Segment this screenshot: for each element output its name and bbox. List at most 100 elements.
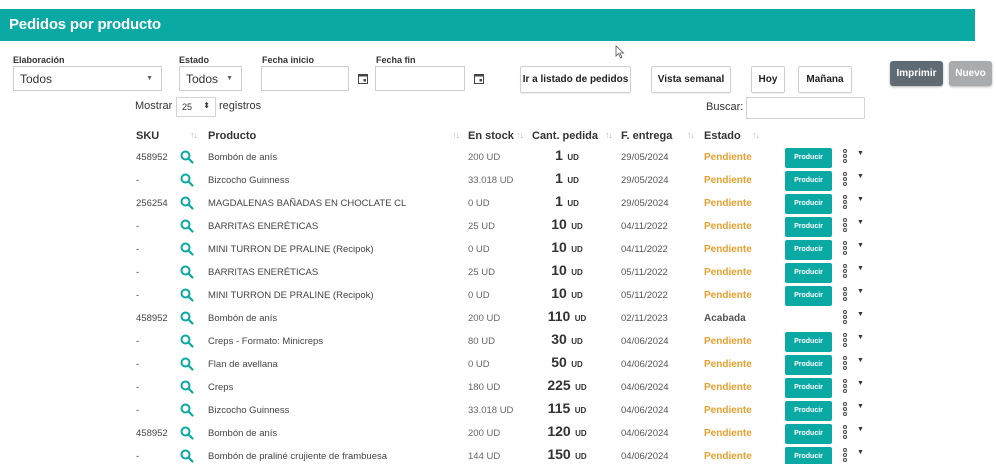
table-row: - Bizcocho Guinness 33.018 UD 115 UD 04/06/2… bbox=[0, 399, 996, 422]
more-options-icon[interactable] bbox=[843, 287, 849, 303]
chevron-down-icon[interactable]: ▼ bbox=[857, 449, 864, 456]
search-icon[interactable] bbox=[180, 219, 194, 233]
chevron-down-icon[interactable]: ▼ bbox=[857, 173, 864, 180]
producir-button[interactable]: Producir bbox=[785, 148, 832, 168]
search-icon[interactable] bbox=[180, 150, 194, 164]
sort-icon[interactable]: ↑↓ bbox=[752, 130, 760, 140]
column-header-sku[interactable]: SKU bbox=[136, 130, 159, 142]
ir-listado-pedidos-button[interactable]: Ir a listado de pedidos bbox=[520, 66, 631, 93]
quantity-value: 225 bbox=[547, 377, 571, 393]
search-icon[interactable] bbox=[180, 288, 194, 302]
chevron-down-icon[interactable]: ▼ bbox=[857, 403, 864, 410]
chevron-down-icon[interactable]: ▼ bbox=[857, 380, 864, 387]
more-options-icon[interactable] bbox=[843, 379, 849, 395]
stock-cell: 180 UD bbox=[468, 382, 501, 393]
sort-icon[interactable]: ↑↓ bbox=[687, 130, 695, 140]
quantity-value: 10 bbox=[551, 262, 567, 278]
producir-button[interactable]: Producir bbox=[785, 217, 832, 237]
nuevo-button[interactable]: Nuevo bbox=[949, 61, 992, 86]
more-options-icon[interactable] bbox=[843, 218, 849, 234]
producir-button[interactable]: Producir bbox=[785, 240, 832, 260]
more-options-icon[interactable] bbox=[843, 356, 849, 372]
search-icon[interactable] bbox=[180, 265, 194, 279]
producir-button[interactable]: Producir bbox=[785, 424, 832, 444]
sort-icon[interactable]: ↑↓ bbox=[516, 130, 524, 140]
producir-button[interactable]: Producir bbox=[785, 355, 832, 375]
search-icon[interactable] bbox=[180, 334, 194, 348]
search-icon[interactable] bbox=[180, 380, 194, 394]
more-options-icon[interactable] bbox=[843, 425, 849, 441]
chevron-down-icon[interactable]: ▼ bbox=[857, 265, 864, 272]
stock-cell: 25 UD bbox=[468, 267, 495, 278]
chevron-down-icon[interactable]: ▼ bbox=[857, 288, 864, 295]
producir-button[interactable]: Producir bbox=[785, 378, 832, 398]
producir-button[interactable]: Producir bbox=[785, 332, 832, 352]
quantity-cell: 10 UD bbox=[532, 285, 602, 303]
search-icon[interactable] bbox=[180, 403, 194, 417]
vista-semanal-button[interactable]: Vista semanal bbox=[651, 66, 731, 93]
fecha-fin-calendar-button[interactable] bbox=[469, 66, 489, 91]
search-icon[interactable] bbox=[180, 426, 194, 440]
chevron-down-icon[interactable]: ▼ bbox=[857, 219, 864, 226]
elaboracion-select[interactable]: Todos ▼ bbox=[13, 66, 162, 91]
search-input[interactable] bbox=[746, 97, 865, 119]
column-header-estado[interactable]: Estado bbox=[704, 130, 741, 142]
estado-label: Estado bbox=[179, 55, 210, 65]
producir-button[interactable]: Producir bbox=[785, 194, 832, 214]
quantity-value: 10 bbox=[551, 285, 567, 301]
quantity-cell: 1 UD bbox=[532, 147, 602, 165]
chevron-down-icon[interactable]: ▼ bbox=[857, 242, 864, 249]
chevron-down-icon[interactable]: ▼ bbox=[857, 426, 864, 433]
more-options-icon[interactable] bbox=[843, 241, 849, 257]
sort-icon[interactable]: ↑↓ bbox=[605, 130, 613, 140]
more-options-icon[interactable] bbox=[843, 172, 849, 188]
status-badge: Pendiente bbox=[704, 221, 752, 232]
delivery-date-cell: 29/05/2024 bbox=[621, 175, 669, 186]
sort-icon[interactable]: ↑↓ bbox=[190, 130, 198, 140]
producir-button[interactable]: Producir bbox=[785, 447, 832, 464]
search-icon[interactable] bbox=[180, 196, 194, 210]
producir-button[interactable]: Producir bbox=[785, 171, 832, 191]
more-options-icon[interactable] bbox=[843, 195, 849, 211]
producir-button[interactable]: Producir bbox=[785, 401, 832, 421]
more-options-icon[interactable] bbox=[843, 448, 849, 464]
chevron-down-icon[interactable]: ▼ bbox=[857, 150, 864, 157]
table-row: - BARRITAS ENERÉTICAS 25 UD 10 UD 04/11/2022… bbox=[0, 215, 996, 238]
hoy-button[interactable]: Hoy bbox=[751, 66, 785, 93]
imprimir-button[interactable]: Imprimir bbox=[890, 61, 943, 86]
fecha-inicio-input[interactable] bbox=[261, 66, 349, 91]
product-cell: Bombón de anís bbox=[208, 152, 278, 163]
column-header-en-stock[interactable]: En stock bbox=[468, 130, 514, 142]
more-options-icon[interactable] bbox=[843, 333, 849, 349]
fecha-fin-input[interactable] bbox=[375, 66, 465, 91]
quantity-unit: UD bbox=[574, 314, 587, 323]
column-header-producto[interactable]: Producto bbox=[208, 130, 256, 142]
more-options-icon[interactable] bbox=[843, 310, 849, 326]
column-header-f-entrega[interactable]: F. entrega bbox=[621, 130, 672, 142]
more-options-icon[interactable] bbox=[843, 149, 849, 165]
more-options-icon[interactable] bbox=[843, 402, 849, 418]
show-suffix-label: registros bbox=[219, 100, 262, 112]
chevron-down-icon[interactable]: ▼ bbox=[857, 311, 864, 318]
search-icon[interactable] bbox=[180, 173, 194, 187]
producir-button[interactable]: Producir bbox=[785, 263, 832, 283]
sku-cell: 256254 bbox=[136, 198, 168, 209]
fecha-inicio-calendar-button[interactable] bbox=[353, 66, 373, 91]
quantity-unit: UD bbox=[567, 199, 579, 208]
search-icon[interactable] bbox=[180, 449, 194, 463]
search-icon[interactable] bbox=[180, 311, 194, 325]
quantity-cell: 30 UD bbox=[532, 331, 602, 349]
search-icon[interactable] bbox=[180, 357, 194, 371]
producir-button[interactable]: Producir bbox=[785, 286, 832, 306]
column-header-cant-pedida[interactable]: Cant. pedida bbox=[532, 130, 598, 142]
chevron-down-icon[interactable]: ▼ bbox=[857, 357, 864, 364]
manana-button[interactable]: Mañana bbox=[798, 66, 852, 93]
more-options-icon[interactable] bbox=[843, 264, 849, 280]
sort-icon[interactable]: ↑↓ bbox=[452, 130, 460, 140]
chevron-down-icon[interactable]: ▼ bbox=[857, 334, 864, 341]
estado-select[interactable]: Todos ▼ bbox=[179, 66, 242, 91]
page-size-select[interactable]: 25 ⬍ bbox=[176, 97, 216, 117]
search-icon[interactable] bbox=[180, 242, 194, 256]
status-badge: Pendiente bbox=[704, 267, 752, 278]
chevron-down-icon[interactable]: ▼ bbox=[857, 196, 864, 203]
